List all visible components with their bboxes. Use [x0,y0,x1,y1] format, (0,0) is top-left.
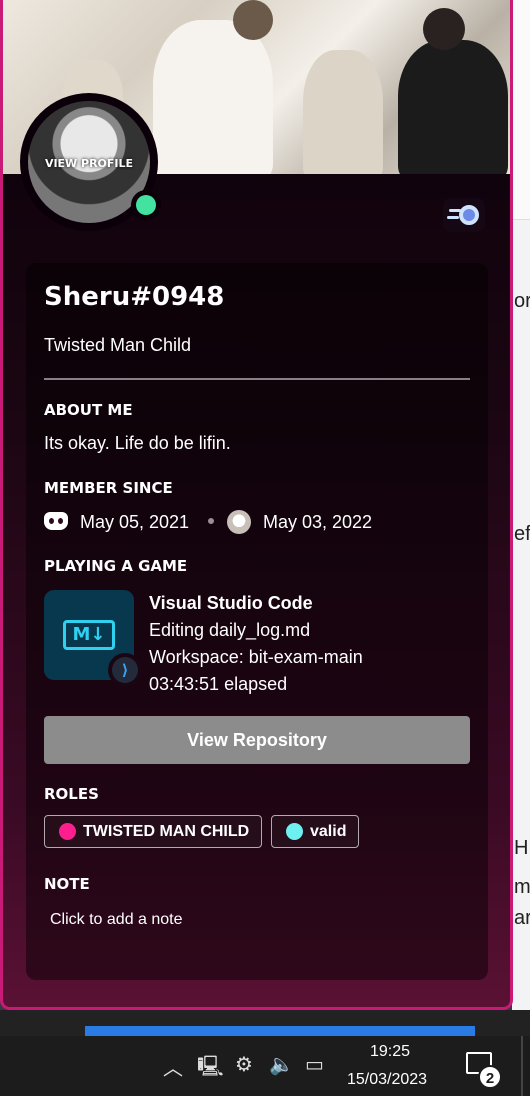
avatar[interactable]: VIEW PROFILE [20,93,161,231]
role-color-dot [286,823,303,840]
activity-state: Workspace: bit-exam-main [149,647,363,667]
server-member-date: May 03, 2022 [263,512,373,532]
show-desktop-edge[interactable] [521,1036,523,1096]
role-name: TWISTED MAN CHILD [83,823,250,840]
background-window-header [512,0,530,220]
server-icon [227,510,251,534]
background-text: my [514,876,530,898]
discord-logo-icon [44,512,68,530]
role-pill[interactable]: TWISTED MAN CHILD [44,815,263,848]
taskbar-date[interactable]: 15/03/2023 [347,1071,427,1089]
background-text: or [514,290,530,312]
online-status-indicator [131,190,161,220]
steelseries-icon[interactable]: ⚙ [235,1052,253,1076]
view-profile-label[interactable]: VIEW PROFILE [28,157,150,170]
taskbar-time[interactable]: 19:25 [370,1043,410,1061]
roles-header: ROLES [44,785,99,803]
user-profile-popout: VIEW PROFILE Sheru#0948 Twisted Man Chil… [0,0,513,1010]
background-bottom-bar [0,1010,530,1036]
nitro-badge-icon[interactable] [443,198,485,232]
username[interactable]: Sheru#0948 [44,282,224,312]
view-repository-button[interactable]: View Repository [44,716,470,764]
volume-icon[interactable]: 🔈 [269,1052,294,1076]
network-icon[interactable]: 🖳 [197,1052,224,1086]
divider [44,378,470,380]
role-pill[interactable]: valid [271,815,360,848]
separator-dot [208,518,214,524]
custom-status: Twisted Man Child [44,335,192,355]
chevron-up-icon[interactable]: ︿ [163,1052,183,1081]
battery-icon[interactable]: ▭ [305,1052,324,1076]
activity-elapsed: 03:43:51 elapsed [149,674,288,694]
activity-header: PLAYING A GAME [44,557,188,575]
role-color-dot [59,823,76,840]
background-text: H [514,837,529,859]
note-header: NOTE [44,875,90,893]
background-text: ar [514,907,530,929]
member-since-header: MEMBER SINCE [44,479,173,497]
discord-member-date: May 05, 2021 [80,512,190,532]
role-name: valid [310,823,347,840]
about-me-text: Its okay. Life do be lifin. [44,433,231,453]
activity-app-name: Visual Studio Code [149,593,313,613]
background-text: eff [514,523,530,545]
about-me-header: ABOUT ME [44,401,133,419]
vscode-icon: ⟩ [108,653,142,687]
activity-details: Editing daily_log.md [149,620,311,640]
windows-taskbar: ︿ 🖳 ⚙ 🔈 ▭ [0,1036,530,1096]
notification-count-badge[interactable]: 2 [478,1065,502,1089]
note-input[interactable]: Click to add a note [50,911,183,929]
